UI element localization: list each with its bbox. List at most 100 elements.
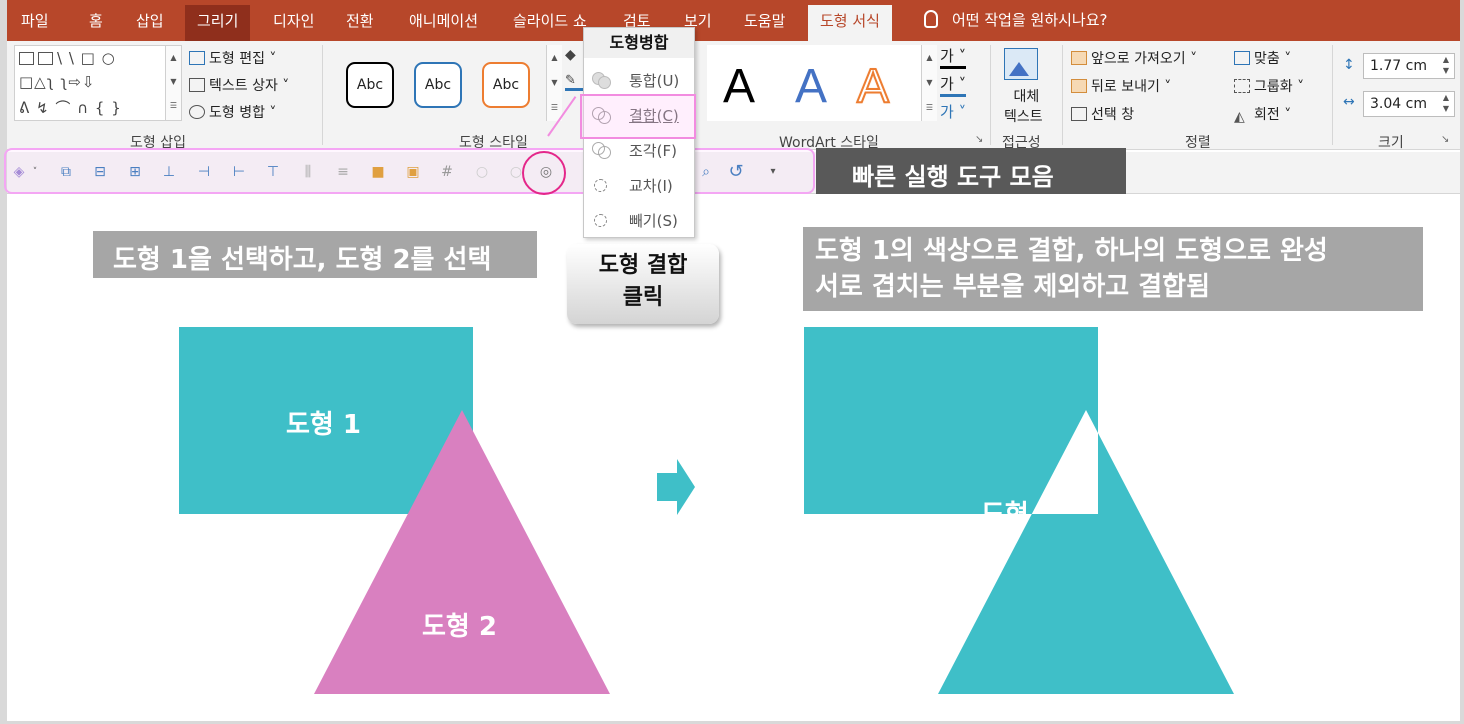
qat-rotate-icon[interactable]: ↺ [727,163,745,181]
size-dialog-launcher-icon[interactable]: ↘ [1441,134,1449,145]
qat-crop-icon[interactable]: ⧉ [57,163,75,181]
combined-shape-label: 도형 1 [981,494,1061,514]
qat-align-top-icon[interactable]: ⊤ [264,163,282,181]
intersect-icon [592,177,612,195]
qat-send-back-icon[interactable]: ▣ [404,163,422,181]
tab-slideshow[interactable]: 슬라이드 쇼 [513,10,587,31]
selection-pane-button[interactable]: 선택 창 [1071,104,1134,124]
width-icon: ↔ [1343,94,1355,110]
qat-group-icon[interactable]: # [438,163,456,181]
qat-align-bottom-icon[interactable]: ⊥ [160,163,178,181]
menu-item-intersect[interactable]: 교차(I) [584,169,694,203]
bring-forward-button[interactable]: 앞으로 가져오기 ˅ [1071,48,1197,68]
edit-shape-button[interactable]: 도형 편집 ˅ [189,48,276,68]
shape-style-orange[interactable]: Abc [482,62,530,108]
shapes-gallery[interactable]: \ \ □ ○ □△ʅ ʅ⇨⇩ ᕕ ↯ ⌒ ∩ { } ▲ ▼ ☰ [14,45,182,121]
shape-outline-icon[interactable]: ✎ [565,73,583,91]
selection-pane-icon [1071,107,1087,121]
lightbulb-icon [924,10,938,28]
subtract-icon [592,212,612,230]
menu-item-union[interactable]: 통합(U) [584,64,694,98]
shape-styles-scroll[interactable]: ▲ ▼ ☰ [546,45,562,121]
ribbon: \ \ □ ○ □△ʅ ʅ⇨⇩ ᕕ ↯ ⌒ ∩ { } ▲ ▼ ☰ 도형 편집 ˅ … [7,41,1460,151]
merge-shapes-icon [189,105,205,119]
tab-draw[interactable]: 그리기 [185,5,251,41]
shapes-gallery-scroll[interactable]: ▲ ▼ ☰ [165,46,181,120]
qat-distribute-h-icon[interactable]: ⫼ [299,163,317,181]
shape-styles-gallery[interactable]: Abc Abc Abc ▲ ▼ ☰ [330,45,562,121]
tab-animations[interactable]: 애니메이션 [409,10,478,31]
group-button[interactable]: 그룹화 ˅ [1234,76,1304,96]
ribbon-separator [1062,45,1063,145]
alt-text-icon[interactable] [1004,48,1038,80]
qat-align-center-icon[interactable]: ⊟ [91,163,109,181]
send-backward-button[interactable]: 뒤로 보내기 ˅ [1071,76,1171,96]
alt-text-button[interactable]: 대체 텍스트 [1004,87,1043,127]
shape-2-triangle[interactable] [314,410,610,694]
align-button[interactable]: 맞춤 ˅ [1234,48,1291,68]
qat-bring-front-icon[interactable]: ■ [369,163,387,181]
menu-item-subtract[interactable]: 빼기(S) [584,204,694,238]
shape-style-blue[interactable]: Abc [414,62,462,108]
width-spinner[interactable]: ▲ ▼ [1438,92,1454,116]
qat-zoom-icon[interactable]: ⌕ [697,163,715,181]
edit-shape-icon [189,51,205,65]
height-spinner[interactable]: ▲ ▼ [1438,54,1454,78]
wordart-style-orange[interactable]: A [856,59,890,115]
group-icon [1234,79,1250,93]
shape-width-input[interactable]: 3.04 cm ▲ ▼ [1363,91,1455,117]
shape-2-label: 도형 2 [422,612,497,642]
text-fill-icon[interactable]: 가 ˅ [940,45,967,69]
text-outline-icon[interactable]: 가 ˅ [940,73,967,97]
wordart-style-blue[interactable]: A [795,59,827,115]
right-arrow-icon [657,459,695,515]
shape-1-label: 도형 1 [286,410,361,440]
tell-me-text: 어떤 작업을 원하시나요? [952,11,1108,29]
tab-shape-format[interactable]: 도형 서식 [808,5,892,41]
ribbon-separator [990,45,991,145]
shape-height-input[interactable]: 1.77 cm ▲ ▼ [1363,53,1455,79]
send-backward-icon [1071,79,1087,93]
bring-forward-icon [1071,51,1087,65]
shapes-row-3: ᕕ ↯ ⌒ ∩ { } [19,99,122,117]
merge-shapes-button[interactable]: 도형 병합 ˅ [189,102,276,122]
union-icon [592,72,612,90]
ribbon-tab-bar: 파일 홈 삽입 그리기 디자인 전환 애니메이션 슬라이드 쇼 검토 보기 도움… [7,0,1460,41]
menu-item-fragment[interactable]: 조각(F) [584,134,694,168]
combine-item-highlight [580,94,696,139]
group-label-arrange: 정렬 [1185,135,1211,151]
qat-align-middle-icon[interactable]: ⊞ [126,163,144,181]
qat-dropdown-icon[interactable]: ˅ [30,163,40,181]
qat-distribute-v-icon[interactable]: ≡ [334,163,352,181]
caption-right-line-2: 서로 겹치는 부분을 제외하고 결합됨 [815,272,1211,302]
wordart-style-black[interactable]: A [723,59,755,115]
callout-line-1: 도형 결합 [598,253,688,278]
combine-click-callout: 도형 결합 클릭 [567,244,719,324]
rotate-button[interactable]: ◭ 회전 ˅ [1234,104,1291,125]
tab-home[interactable]: 홈 [89,10,103,31]
shapes-row-1: \ \ □ ○ [19,49,116,67]
text-box-icon [189,78,205,92]
qat-align-left-icon[interactable]: ⊢ [230,163,248,181]
qat-customize-icon[interactable]: ▾ [764,163,782,181]
fragment-icon [592,142,612,160]
ribbon-separator [322,45,323,145]
shape-fill-icon[interactable]: ◆ [565,47,583,65]
qat-shape-icon[interactable]: ◈ [10,163,28,181]
tab-file[interactable]: 파일 [21,10,49,31]
tab-help[interactable]: 도움말 [744,10,785,31]
qat-union-icon[interactable]: ○ [473,163,491,181]
text-effects-icon[interactable]: 가 ˅ [940,101,966,122]
wordart-gallery[interactable]: A A A ▲ ▼ ☰ [707,45,937,121]
wordart-scroll[interactable]: ▲ ▼ ☰ [921,45,937,121]
ribbon-separator [1332,45,1333,145]
tell-me-search[interactable]: 어떤 작업을 원하시나요? [924,9,1108,30]
tab-insert[interactable]: 삽입 [136,10,164,31]
wordart-dialog-launcher-icon[interactable]: ↘ [975,134,983,145]
tab-design[interactable]: 디자인 [273,10,314,31]
tab-transitions[interactable]: 전환 [346,10,374,31]
shape-style-black[interactable]: Abc [346,62,394,108]
caption-left: 도형 1을 선택하고, 도형 2를 선택 [93,231,537,278]
text-box-button[interactable]: 텍스트 상자 ˅ [189,75,289,95]
qat-align-right-icon[interactable]: ⊣ [195,163,213,181]
